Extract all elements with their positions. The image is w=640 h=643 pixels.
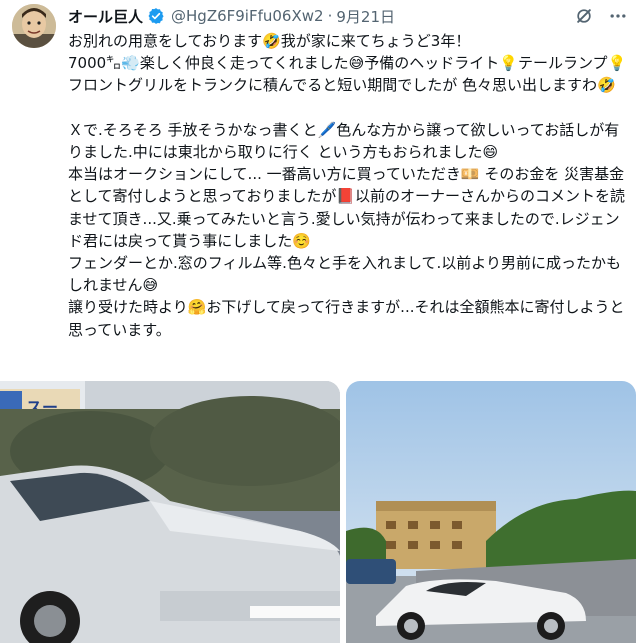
tweet-text: お別れの用意をしております🤣我が家に来てちょうど3年！ 7000㌔💨楽しく仲良く… bbox=[68, 32, 627, 339]
header-actions bbox=[574, 6, 628, 26]
display-name[interactable]: オール巨人 bbox=[68, 6, 143, 27]
verified-badge-icon bbox=[147, 7, 165, 25]
grok-icon[interactable] bbox=[574, 6, 594, 26]
avatar-image bbox=[12, 4, 56, 48]
car-photo-left[interactable]: スー bbox=[0, 381, 340, 643]
separator-dot: · bbox=[327, 7, 333, 25]
user-handle[interactable]: @HgZ6F9iFfu06Xw2 bbox=[171, 7, 324, 25]
post-date[interactable]: 9月21日 bbox=[336, 6, 395, 27]
car-photo-right[interactable] bbox=[346, 381, 636, 643]
tweet-header: オール巨人 @HgZ6F9iFfu06Xw2 · 9月21日 bbox=[68, 6, 395, 26]
avatar[interactable] bbox=[12, 4, 56, 48]
more-options-icon[interactable] bbox=[608, 6, 628, 26]
